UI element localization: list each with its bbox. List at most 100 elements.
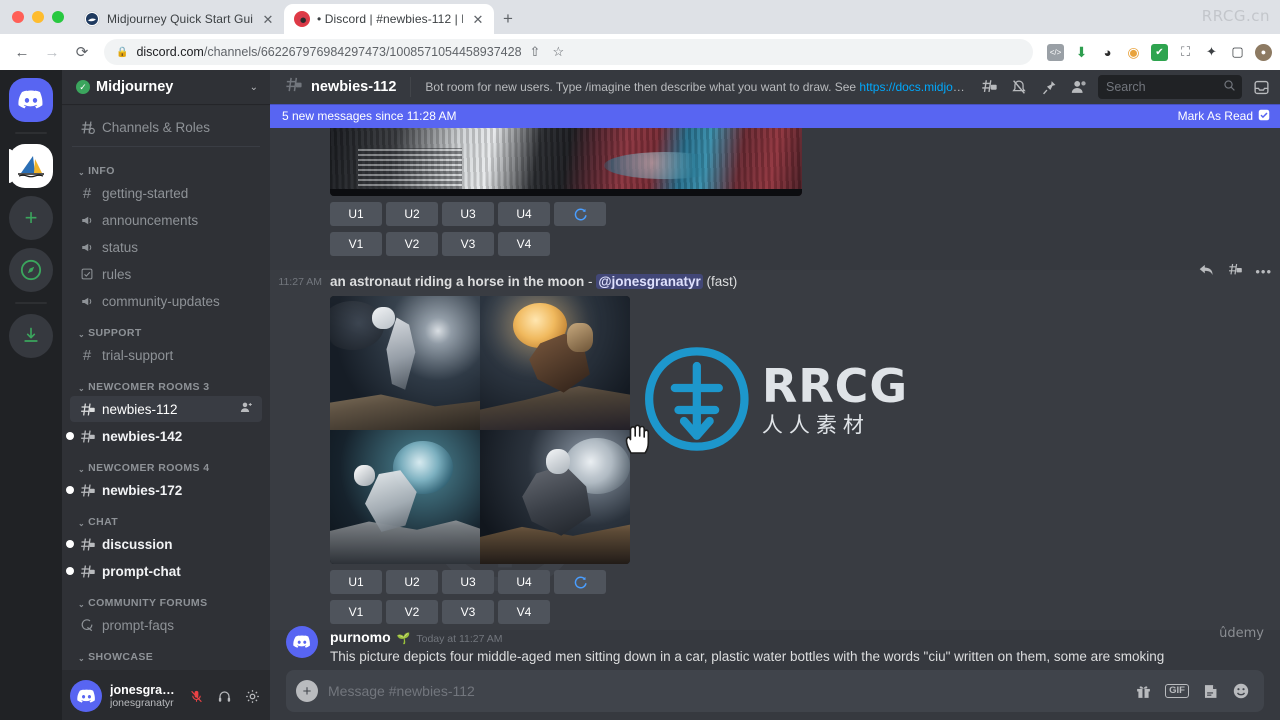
category-newcomer-rooms-4[interactable]: ⌄ NEWCOMER ROOMS 4 (70, 450, 262, 476)
avatar[interactable] (70, 680, 102, 712)
server-header[interactable]: ✓ Midjourney ⌄ (62, 70, 270, 104)
sidebar-item-newbies-142[interactable]: newbies-142 (66, 423, 262, 449)
variation-button-v2[interactable]: V2 (386, 600, 438, 624)
notification-off-icon[interactable] (1008, 78, 1030, 96)
close-tab-icon[interactable]: ✕ (470, 11, 486, 27)
gift-icon[interactable] (1135, 683, 1152, 700)
generated-image-3[interactable] (330, 430, 480, 564)
new-tab-button[interactable]: + (494, 4, 522, 34)
sidebar-item-newbies-112[interactable]: newbies-112 (70, 396, 262, 422)
download-arrow-extension-icon[interactable]: ⬇ (1073, 44, 1090, 61)
sidebar-item-rules[interactable]: rules (70, 261, 262, 287)
user-settings-button[interactable] (242, 685, 262, 707)
code-extension-icon[interactable]: </> (1047, 43, 1064, 61)
maximize-window-button[interactable] (52, 11, 64, 23)
category-chat[interactable]: ⌄ CHAT (70, 504, 262, 530)
chevron-down-icon[interactable]: ⌄ (250, 82, 258, 93)
share-icon[interactable]: ⇧ (530, 44, 541, 60)
forward-button[interactable]: → (38, 38, 66, 66)
message-input[interactable]: Message #newbies-112 (328, 683, 1125, 699)
channel-topic-link[interactable]: https://docs.midjourney... (859, 80, 970, 94)
star-icon[interactable]: ☆ (552, 44, 564, 60)
generated-image-grid[interactable] (330, 296, 630, 564)
address-bar[interactable]: 🔒 discord.com/channels/66226797698429747… (104, 39, 1033, 65)
mark-as-read-button[interactable]: Mark As Read (1178, 109, 1270, 124)
upscale-button-u1[interactable]: U1 (330, 570, 382, 594)
add-server-button[interactable]: + (9, 196, 53, 240)
category-showcase[interactable]: ⌄ SHOWCASE (70, 639, 262, 665)
message-composer[interactable]: + Message #newbies-112 GIF (286, 670, 1264, 712)
sidebar-item-trial-support[interactable]: # trial-support (70, 342, 262, 368)
variation-button-v4[interactable]: V4 (498, 232, 550, 256)
upscale-button-u1[interactable]: U1 (330, 202, 382, 226)
upscale-button-u4[interactable]: U4 (498, 570, 550, 594)
variation-button-v4[interactable]: V4 (498, 600, 550, 624)
category-info[interactable]: ⌄ INFO (70, 153, 262, 179)
back-button[interactable]: ← (8, 38, 36, 66)
category-community-forums[interactable]: ⌄ COMMUNITY FORUMS (70, 585, 262, 611)
add-attachment-icon[interactable]: + (296, 680, 318, 702)
reroll-refresh-button[interactable] (554, 570, 606, 594)
browser-tab-midjourney-guide[interactable]: Midjourney Quick Start Guide ✕ (74, 4, 284, 34)
upscale-button-u3[interactable]: U3 (442, 202, 494, 226)
generated-image-partial[interactable] (330, 128, 802, 196)
puzzle-extensions-icon[interactable]: ✦ (1203, 44, 1220, 61)
variation-button-v2[interactable]: V2 (386, 232, 438, 256)
variation-button-v3[interactable]: V3 (442, 232, 494, 256)
profile-avatar-icon[interactable]: ● (1255, 43, 1272, 61)
close-tab-icon[interactable]: ✕ (260, 11, 276, 27)
category-newcomer-rooms-3[interactable]: ⌄ NEWCOMER ROOMS 3 (70, 369, 262, 395)
discord-home-button[interactable] (9, 78, 53, 122)
reload-button[interactable]: ⟳ (68, 38, 96, 66)
mute-microphone-button[interactable] (187, 685, 207, 707)
message-hover-toolbar[interactable]: ••• (1198, 262, 1272, 281)
variation-button-v1[interactable]: V1 (330, 232, 382, 256)
generated-image-2[interactable] (480, 296, 630, 430)
colorpicker-extension-icon[interactable]: ◕ (1099, 44, 1116, 61)
server-icon-midjourney[interactable] (9, 144, 53, 188)
variation-button-v3[interactable]: V3 (442, 600, 494, 624)
download-apps-button[interactable] (9, 314, 53, 358)
avatar[interactable] (286, 626, 318, 658)
sidebar-item-prompt-chat[interactable]: prompt-chat (66, 558, 262, 584)
sidebar-item-announcements[interactable]: announcements (70, 207, 262, 233)
user-mention[interactable]: @jonesgranatyr (596, 274, 703, 289)
gif-icon[interactable]: GIF (1165, 684, 1189, 698)
add-member-icon[interactable] (239, 400, 254, 418)
new-messages-banner[interactable]: 5 new messages since 11:28 AM Mark As Re… (270, 104, 1280, 128)
inbox-icon[interactable] (1250, 79, 1272, 96)
sidebar-item-discussion[interactable]: discussion (66, 531, 262, 557)
screenshot-extension-icon[interactable]: ⛶ (1177, 44, 1194, 61)
pinned-messages-icon[interactable] (1038, 79, 1060, 96)
orange-circle-extension-icon[interactable]: ◉ (1125, 44, 1142, 61)
category-support[interactable]: ⌄ SUPPORT (70, 315, 262, 341)
upscale-button-u3[interactable]: U3 (442, 570, 494, 594)
emoji-icon[interactable] (1232, 682, 1250, 700)
generated-image-4[interactable] (480, 430, 630, 564)
message-author[interactable]: purnomo (330, 628, 391, 646)
sidebar-item-channels-and-roles[interactable]: Channels & Roles (70, 114, 262, 140)
more-actions-icon[interactable]: ••• (1255, 264, 1272, 279)
sticker-icon[interactable] (1202, 683, 1219, 700)
sidebar-item-getting-started[interactable]: # getting-started (70, 180, 262, 206)
close-window-button[interactable] (12, 11, 24, 23)
upscale-button-u4[interactable]: U4 (498, 202, 550, 226)
sidebar-item-status[interactable]: status (70, 234, 262, 260)
generated-image-1[interactable] (330, 296, 480, 430)
checkmark-extension-icon[interactable]: ✔ (1151, 43, 1168, 61)
sidebar-item-prompt-faqs[interactable]: prompt-faqs (70, 612, 262, 638)
member-list-icon[interactable] (1068, 78, 1090, 96)
sidebar-item-community-updates[interactable]: community-updates (70, 288, 262, 314)
threads-icon[interactable] (978, 78, 1000, 96)
message-list[interactable]: U1 U2 U3 U4 V1 V2 V3 V4 ••• 11:27 AM an … (270, 128, 1280, 670)
create-thread-icon[interactable] (1227, 262, 1243, 281)
sidebar-item-newbies-172[interactable]: newbies-172 (66, 477, 262, 503)
reply-icon[interactable] (1198, 263, 1215, 280)
variation-button-v1[interactable]: V1 (330, 600, 382, 624)
sidepanel-icon[interactable]: ▢ (1229, 44, 1246, 61)
search-input[interactable]: Search (1098, 75, 1242, 99)
reroll-refresh-button[interactable] (554, 202, 606, 226)
browser-tab-discord[interactable]: • Discord | #newbies-112 | Mic ✕ (284, 4, 494, 34)
upscale-button-u2[interactable]: U2 (386, 570, 438, 594)
minimize-window-button[interactable] (32, 11, 44, 23)
